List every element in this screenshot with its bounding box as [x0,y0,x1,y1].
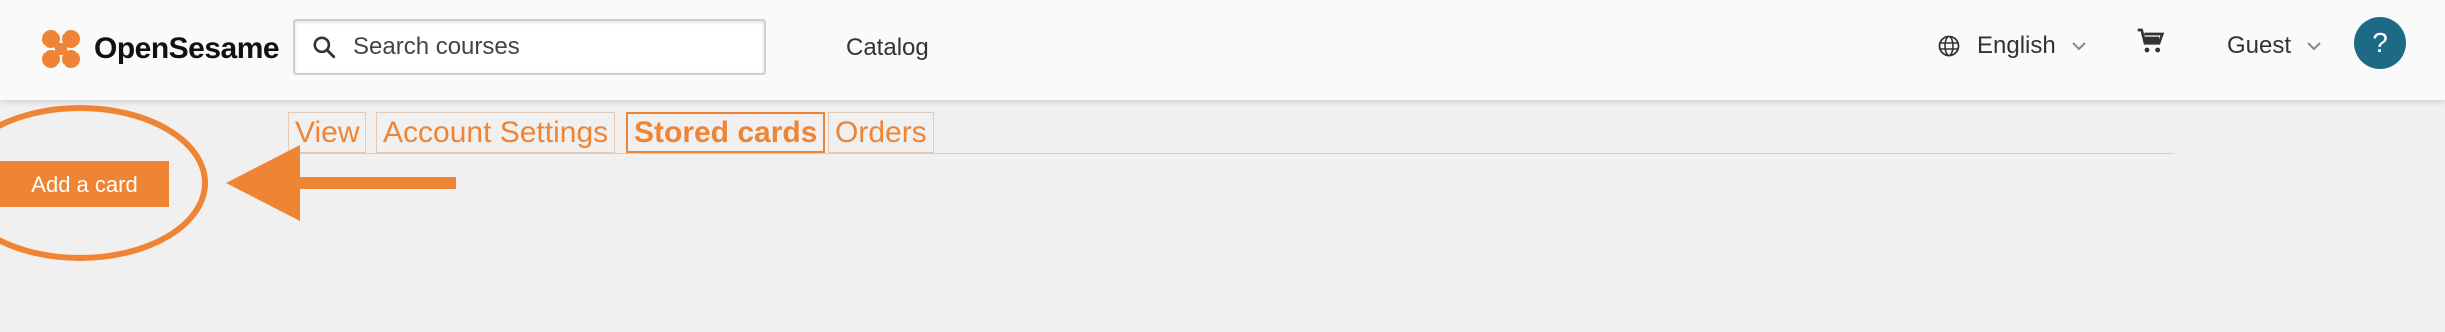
pointer-arrow-icon [226,145,456,221]
tab-account-settings[interactable]: Account Settings [376,112,616,153]
language-selector[interactable]: English [1937,32,2088,60]
chevron-down-icon [2072,42,2086,51]
logo-mark-icon [38,26,84,72]
help-button[interactable]: ? [2354,17,2406,69]
tabs-divider [288,153,2173,154]
search-input[interactable] [351,32,755,62]
language-label: English [1977,32,2056,59]
nav-catalog[interactable]: Catalog [846,34,929,62]
user-label: Guest [2227,32,2292,59]
chevron-down-icon [2307,42,2321,51]
globe-icon [1938,35,1960,57]
cart-icon[interactable] [2135,26,2167,58]
add-card-button[interactable]: Add a card [0,161,169,207]
logo[interactable]: OpenSesame [38,26,280,72]
tab-stored-cards[interactable]: Stored cards [626,112,826,153]
search-icon [313,36,336,59]
header: OpenSesame Catalog English Guest ? [0,0,2445,100]
user-menu[interactable]: Guest [2227,32,2323,60]
tab-view[interactable]: View [288,112,367,153]
tab-orders[interactable]: Orders [828,112,934,153]
search-box[interactable] [293,19,766,75]
logo-text: OpenSesame [94,32,280,65]
